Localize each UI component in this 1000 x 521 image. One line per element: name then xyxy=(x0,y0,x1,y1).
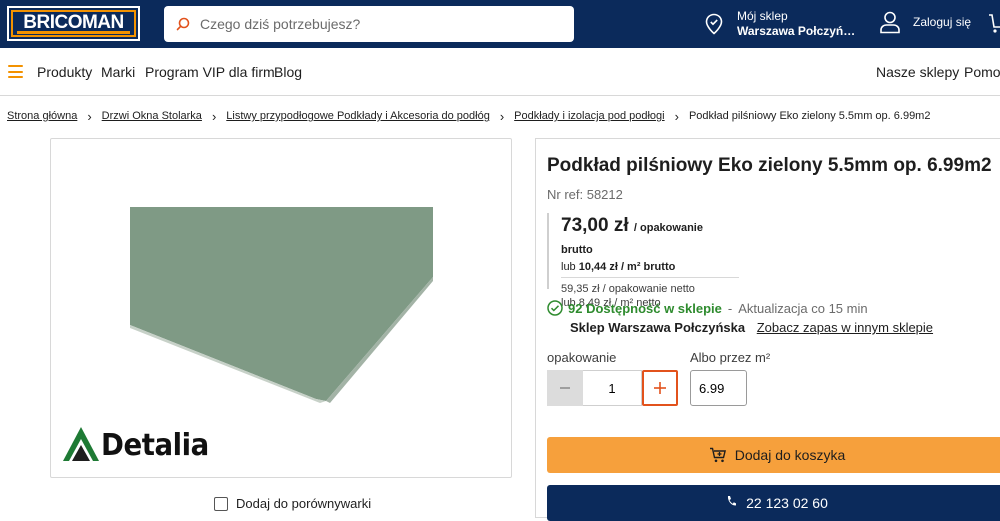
chevron-right-icon: › xyxy=(87,108,92,124)
price-value: 73,00 zł xyxy=(561,215,629,236)
availability: 92 Dostępność w sklepie - Aktualizacja c… xyxy=(547,300,868,316)
search-bar[interactable] xyxy=(164,6,574,42)
product-image xyxy=(130,207,433,403)
availability-separator: - xyxy=(727,300,733,316)
m2-label: Albo przez m² xyxy=(690,350,771,365)
main-navigation: Produkty Marki Program VIP dla firm Blog… xyxy=(0,48,1000,96)
store-line: Sklep Warszawa Połczyńska Zobacz zapas w… xyxy=(570,320,933,335)
plus-icon xyxy=(654,382,666,394)
breadcrumb-link[interactable]: Podkłady i izolacja pod podłogi xyxy=(514,110,664,122)
minus-icon xyxy=(560,387,570,389)
nav-item-program-vip[interactable]: Program VIP dla firm xyxy=(145,64,275,80)
breadcrumb-link[interactable]: Drzwi Okna Stolarka xyxy=(102,110,202,122)
store-label: Mój sklep xyxy=(737,9,788,23)
availability-update: Aktualizacja co 15 min xyxy=(738,300,868,316)
store-name-label: Sklep Warszawa Połczyńska xyxy=(570,320,746,335)
login-button[interactable]: Zaloguj się xyxy=(879,10,971,34)
logo-underline xyxy=(17,31,130,34)
top-header: BRICOMAN Mój sklep Warszawa Połczyń… Zal… xyxy=(0,0,1000,48)
nav-item-blog[interactable]: Blog xyxy=(274,64,302,80)
mountain-logo-icon xyxy=(63,427,99,461)
location-pin-icon xyxy=(705,13,723,35)
phone-number: 22 123 02 60 xyxy=(746,495,828,511)
chevron-right-icon: › xyxy=(674,108,679,124)
search-icon xyxy=(176,17,190,31)
price-m2-prefix: lub xyxy=(561,261,576,273)
nav-item-produkty[interactable]: Produkty xyxy=(37,64,92,80)
product-title: Podkład pilśniowy Eko zielony 5.5mm op. … xyxy=(547,155,992,176)
availability-count: 92 Dostępność w sklepie xyxy=(568,300,722,316)
net-pack-price: 59,35 zł / opakowanie netto xyxy=(561,283,695,295)
breadcrumb-link[interactable]: Listwy przypodłogowe Podkłady i Akcesori… xyxy=(226,110,490,122)
bricoman-logo[interactable]: BRICOMAN xyxy=(7,6,140,41)
breadcrumb-link[interactable]: Strona główna xyxy=(7,110,77,122)
product-ref: Nr ref: 58212 xyxy=(547,187,623,202)
price-per-m2: lub 10,44 zł / m² brutto xyxy=(561,261,739,278)
price-main: 73,00 zł / opakowanie brutto xyxy=(561,215,737,259)
increase-button[interactable] xyxy=(642,370,678,406)
chevron-right-icon: › xyxy=(499,108,505,124)
nav-item-marki[interactable]: Marki xyxy=(101,64,135,80)
product-image-card[interactable]: Detalia xyxy=(50,138,512,478)
add-to-cart-button[interactable]: Dodaj do koszyka xyxy=(547,437,1000,473)
price-m2-value: 10,44 zł / m² brutto xyxy=(578,261,676,273)
call-store-button[interactable]: 22 123 02 60 xyxy=(547,485,1000,521)
nav-item-pomoc[interactable]: Pomoc xyxy=(964,64,1000,80)
breadcrumb-current: Podkład pilśniowy Eko zielony 5.5mm op. … xyxy=(688,110,931,122)
decrease-button[interactable] xyxy=(547,370,583,406)
nav-item-nasze-sklepy[interactable]: Nasze sklepy xyxy=(876,64,959,80)
cart-icon[interactable] xyxy=(988,12,1000,34)
price-block: 73,00 zł / opakowanie brutto lub 10,44 z… xyxy=(547,213,739,309)
other-store-link[interactable]: Zobacz zapas w innym sklepie xyxy=(757,320,933,335)
user-icon xyxy=(880,11,900,34)
quantity-input[interactable] xyxy=(583,370,642,406)
login-label: Zaloguj się xyxy=(913,15,972,29)
store-name: Warszawa Połczyń… xyxy=(737,24,856,38)
my-store-selector[interactable]: Mój sklep Warszawa Połczyń… xyxy=(704,8,855,40)
m2-input[interactable] xyxy=(690,370,747,406)
menu-icon[interactable] xyxy=(8,65,23,82)
breadcrumb: Strona główna › Drzwi Okna Stolarka › Li… xyxy=(7,108,931,124)
pack-label: opakowanie xyxy=(547,350,617,365)
check-circle-icon xyxy=(547,300,563,316)
add-to-cart-label: Dodaj do koszyka xyxy=(734,447,846,463)
brand-logo: Detalia xyxy=(63,427,218,463)
chevron-right-icon: › xyxy=(211,108,217,124)
phone-icon xyxy=(728,496,737,506)
cart-plus-icon xyxy=(709,447,726,463)
search-input[interactable] xyxy=(200,16,560,32)
quantity-stepper xyxy=(547,370,678,406)
brand-text: Detalia xyxy=(101,427,209,463)
